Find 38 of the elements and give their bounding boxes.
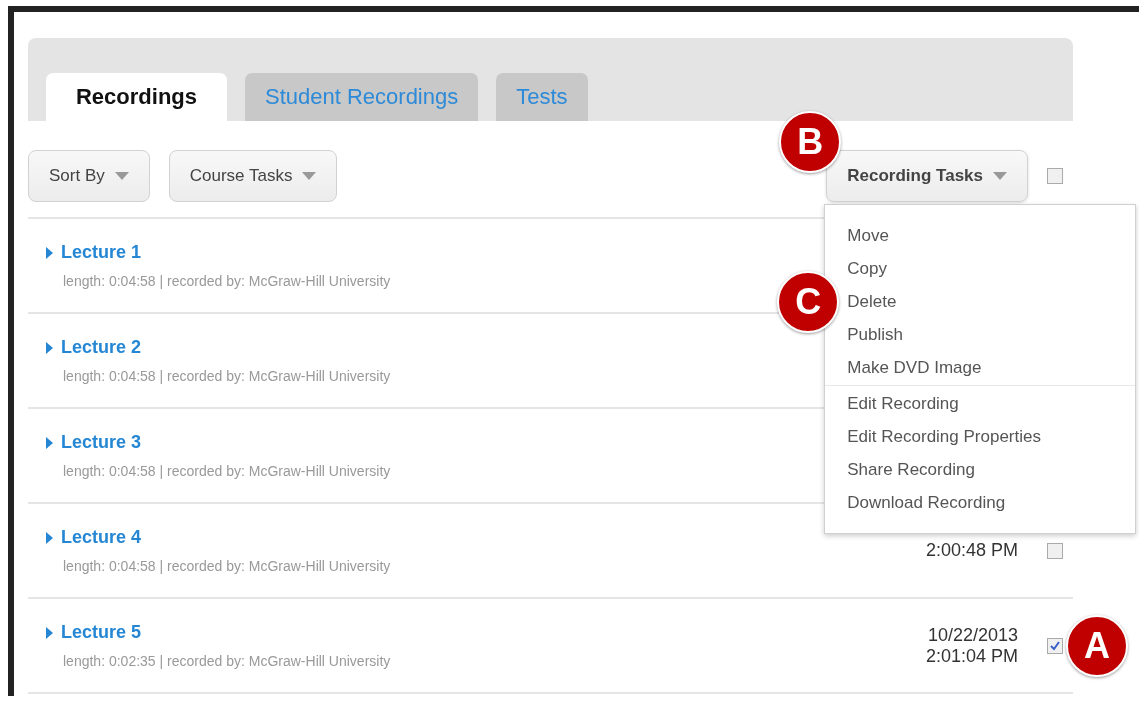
recording-meta: length: 0:04:58 | recorded by: McGraw-Hill University bbox=[62, 273, 391, 289]
recording-title[interactable]: Lecture 2 bbox=[61, 337, 142, 358]
menu-item[interactable]: Share Recording bbox=[847, 453, 975, 486]
dropdown-button[interactable]: Recording Tasks bbox=[826, 150, 1028, 202]
recording-title[interactable]: Lecture 1 bbox=[61, 242, 142, 263]
expand-arrow-icon[interactable] bbox=[46, 531, 53, 544]
recording-meta: length: 0:04:58 | recorded by: McGraw-Hill University bbox=[62, 368, 391, 384]
recording-time: 2:01:04 PM bbox=[925, 645, 1018, 667]
menu-item[interactable]: Move bbox=[847, 219, 889, 252]
caret-icon bbox=[114, 172, 129, 180]
menu-item[interactable]: Publish bbox=[847, 318, 904, 351]
expand-arrow-icon[interactable] bbox=[46, 341, 53, 354]
menu-item[interactable]: Edit Recording Properties bbox=[847, 420, 1041, 453]
dropdown-button[interactable]: Course Tasks bbox=[168, 150, 338, 202]
caret-icon bbox=[993, 172, 1007, 180]
expand-arrow-icon[interactable] bbox=[46, 246, 53, 259]
recording-title[interactable]: Lecture 5 bbox=[61, 622, 142, 643]
menu-item[interactable]: Download Recording bbox=[847, 486, 1006, 519]
recording-meta: length: 0:04:58 | recorded by: McGraw-Hill University bbox=[62, 558, 391, 574]
menu-item[interactable]: Edit Recording bbox=[847, 387, 959, 420]
caret-icon bbox=[302, 172, 317, 180]
expand-arrow-icon[interactable] bbox=[46, 436, 53, 449]
menu-item[interactable]: Make DVD Image bbox=[847, 351, 982, 384]
checkbox[interactable] bbox=[1047, 168, 1063, 184]
expand-arrow-icon[interactable] bbox=[46, 626, 53, 639]
recording-title[interactable]: Lecture 3 bbox=[61, 432, 142, 453]
dropdown-button[interactable]: Sort By bbox=[28, 150, 150, 202]
tab[interactable]: Recordings bbox=[46, 73, 227, 121]
recording-meta: length: 0:02:35 | recorded by: McGraw-Hill University bbox=[62, 653, 391, 669]
callout-marker: C bbox=[777, 270, 840, 333]
callout-marker: A bbox=[1066, 614, 1128, 677]
recording-time: 2:00:48 PM bbox=[925, 540, 1018, 561]
recording-title[interactable]: Lecture 4 bbox=[61, 527, 142, 548]
recording-date: 10/22/2013 bbox=[927, 624, 1018, 646]
checkbox[interactable] bbox=[1047, 542, 1063, 559]
menu-item[interactable]: Copy bbox=[847, 252, 887, 285]
recording-meta: length: 0:04:58 | recorded by: McGraw-Hill University bbox=[62, 463, 391, 479]
menu-item[interactable]: Delete bbox=[847, 285, 897, 318]
